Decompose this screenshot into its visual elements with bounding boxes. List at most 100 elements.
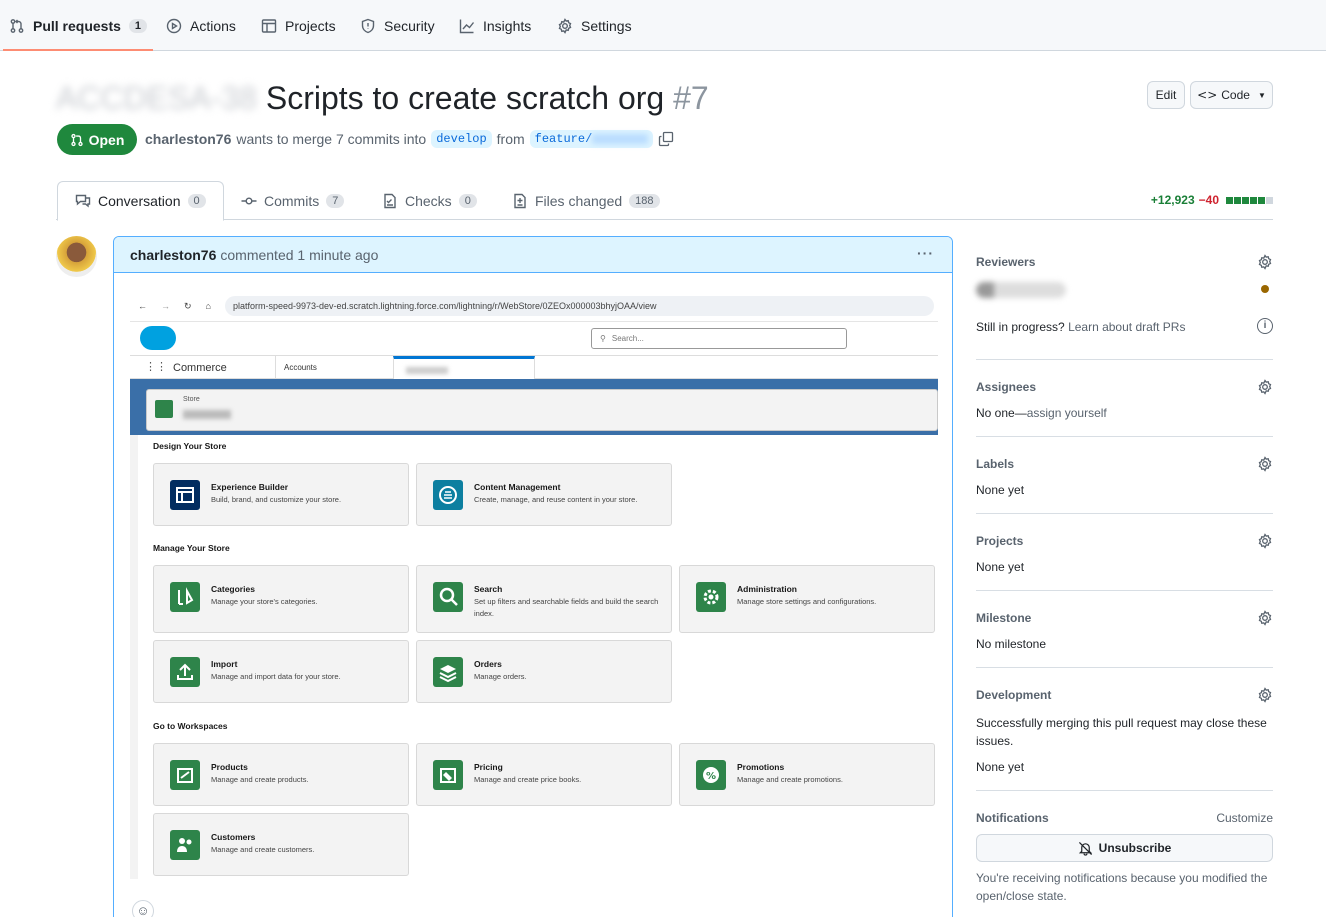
tile-desc: Set up filters and searchable fields and… [474,597,659,618]
caret-down-icon: ▼ [1257,90,1266,100]
home-icon: ⌂ [205,301,211,311]
assign-yourself-link[interactable]: assign yourself [1027,406,1107,420]
gear-icon [696,582,726,612]
nav-label: Security [384,17,435,34]
unsubscribe-button[interactable]: Unsubscribe [976,834,1273,862]
sf-page-body: Store Design Your Store Manage Your Stor… [130,379,938,879]
sidebar-development: Development Successfully merging this pu… [976,667,1273,791]
smiley-icon[interactable]: ☺ [132,900,154,917]
tab-label: Files changed [535,192,623,209]
pr-tabs: Conversation 0 Commits 7 Checks 0 Files … [56,181,1273,221]
tab-conversation[interactable]: Conversation 0 [57,181,224,221]
nav-pull-requests[interactable]: Pull requests 1 [2,0,154,51]
product-icon [170,760,200,790]
nav-settings[interactable]: Settings [557,0,632,51]
gear-icon[interactable] [1257,254,1273,270]
sf-tab-accounts: Accounts [275,356,393,380]
tile-desc: Manage orders. [474,672,527,681]
search-placeholder: Search... [611,334,644,343]
tile-desc: Manage and create products. [211,775,309,784]
categories-icon [170,582,200,612]
back-icon: ← [138,301,147,311]
sidebar-labels: Labels None yet [976,436,1273,514]
info-icon[interactable]: i [1257,318,1273,334]
search-icon [433,582,463,612]
file-diff-icon [512,193,528,209]
base-branch[interactable]: develop [431,130,492,148]
nav-security[interactable]: Security [360,0,435,51]
repo-nav: Pull requests 1 Actions Projects Securit… [0,0,1326,51]
nav-actions[interactable]: Actions [166,0,236,51]
draft-link[interactable]: Learn about draft PRs [1068,320,1185,334]
app-launcher-icon: ⋮⋮ [145,361,167,373]
tile-desc: Manage your store's categories. [211,597,318,606]
nav-label: Actions [190,17,236,34]
reviewer-avatar[interactable] [976,282,1066,298]
reload-icon: ↻ [184,300,192,311]
code-icon: <> [1197,88,1218,102]
pr-author[interactable]: charleston76 [145,131,231,147]
development-text: Successfully merging this pull request m… [976,716,1267,748]
price-book-icon [433,760,463,790]
gear-icon[interactable] [1257,379,1273,395]
tab-label: Commits [264,192,320,209]
projects-heading: Projects [976,534,1024,548]
draft-hint: Still in progress? Learn about draft PRs [976,320,1185,334]
sf-tab-store [393,356,535,380]
sf-search-input: ⚲ Search... [591,328,847,349]
tile-title: Administration [737,584,797,594]
tile-desc: Manage and create price books. [474,775,582,784]
from-text: from [496,131,525,147]
shield-icon [360,18,376,34]
nav-insights[interactable]: Insights [459,0,531,51]
edit-button[interactable]: Edit [1147,81,1185,109]
tab-accounts-label: Accounts [284,363,317,372]
layout-icon [170,480,200,510]
tile-desc: Build, brand, and customize your store. [211,495,342,504]
gear-icon[interactable] [1257,456,1273,472]
tab-checks[interactable]: Checks 0 [382,181,477,220]
milestone-value: No milestone [976,637,1047,651]
content-icon [433,480,463,510]
development-value: None yet [976,760,1025,774]
customize-link[interactable]: Customize [1216,811,1273,825]
tab-commits[interactable]: Commits 7 [241,181,345,220]
store-header-card: Store [146,389,938,431]
tile-desc: Manage and create promotions. [737,775,843,784]
tile-title: Experience Builder [211,482,289,492]
tile-experience-builder: Experience Builder Build, brand, and cust… [153,463,409,526]
embedded-screenshot[interactable]: ← → ↻ ⌂ platform-speed-9973-dev-ed.scrat… [130,289,938,879]
pull-request-icon [9,18,25,34]
code-button[interactable]: <> Code ▼ [1190,81,1273,109]
pr-title-prefix: ACCDESA-38 [56,80,257,116]
comment-author[interactable]: charleston76 [130,247,216,263]
head-branch[interactable]: feature/ [529,130,654,148]
labels-heading: Labels [976,457,1015,471]
head-branch-label: feature/ [534,132,593,146]
count-badge: 0 [458,193,477,208]
gear-icon[interactable] [1257,533,1273,549]
labels-value: None yet [976,483,1025,497]
avatar[interactable] [56,236,97,277]
gear-icon[interactable] [1257,610,1273,626]
tile-title: Orders [474,659,502,669]
tile-title: Products [211,762,248,772]
gear-icon[interactable] [1257,687,1273,703]
tile-import: Import Manage and import data for your st… [153,640,409,703]
tile-desc: Manage and create customers. [211,845,315,854]
deletions-count: −40 [1198,193,1219,207]
edit-label: Edit [1155,88,1177,102]
tile-orders: Orders Manage orders. [416,640,672,703]
unsubscribe-label: Unsubscribe [1098,841,1172,855]
sf-header: ⚲ Search... [130,321,938,355]
nav-projects[interactable]: Projects [261,0,336,51]
tab-files-changed[interactable]: Files changed 188 [512,181,660,220]
table-icon [261,18,277,34]
commit-icon [241,193,257,209]
copy-icon[interactable] [658,131,674,147]
diffstat: +12,923 −40 [1151,193,1273,207]
comment-header: charleston76 commented 1 minute ago ··· [114,237,952,273]
upload-icon [170,657,200,687]
kebab-menu-icon[interactable]: ··· [917,245,934,261]
code-label: Code [1221,88,1250,102]
